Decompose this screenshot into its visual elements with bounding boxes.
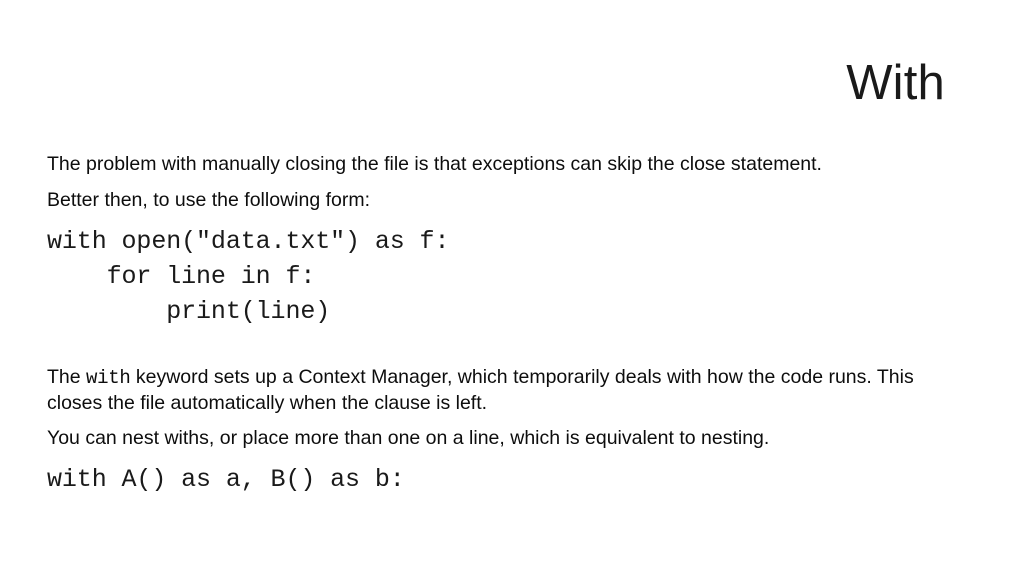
slide-body: The problem with manually closing the fi…	[47, 152, 940, 497]
paragraph-better-form: Better then, to use the following form:	[47, 189, 371, 211]
paragraph-context-manager: The with keyword sets up a Context Manag…	[47, 365, 940, 416]
page-title: With	[846, 56, 945, 110]
code-line: print(line)	[47, 297, 331, 326]
paragraph-context-manager-suffix: keyword sets up a Context Manager, which…	[47, 366, 914, 414]
code-block-with-open: with open("data.txt") as f: for line in …	[47, 224, 940, 329]
code-line: with open("data.txt") as f:	[47, 227, 450, 256]
paragraph-problem-statement: The problem with manually closing the fi…	[47, 153, 822, 175]
inline-code-with-keyword: with	[86, 367, 131, 389]
code-line: with A() as a, B() as b:	[47, 465, 405, 494]
paragraph-context-manager-prefix: The	[47, 366, 87, 388]
paragraph-nesting: You can nest withs, or place more than o…	[47, 427, 770, 449]
slide: With The problem with manually closing t…	[0, 0, 1024, 576]
code-block-nested-with: with A() as a, B() as b:	[47, 462, 940, 497]
code-line: for line in f:	[47, 262, 316, 291]
